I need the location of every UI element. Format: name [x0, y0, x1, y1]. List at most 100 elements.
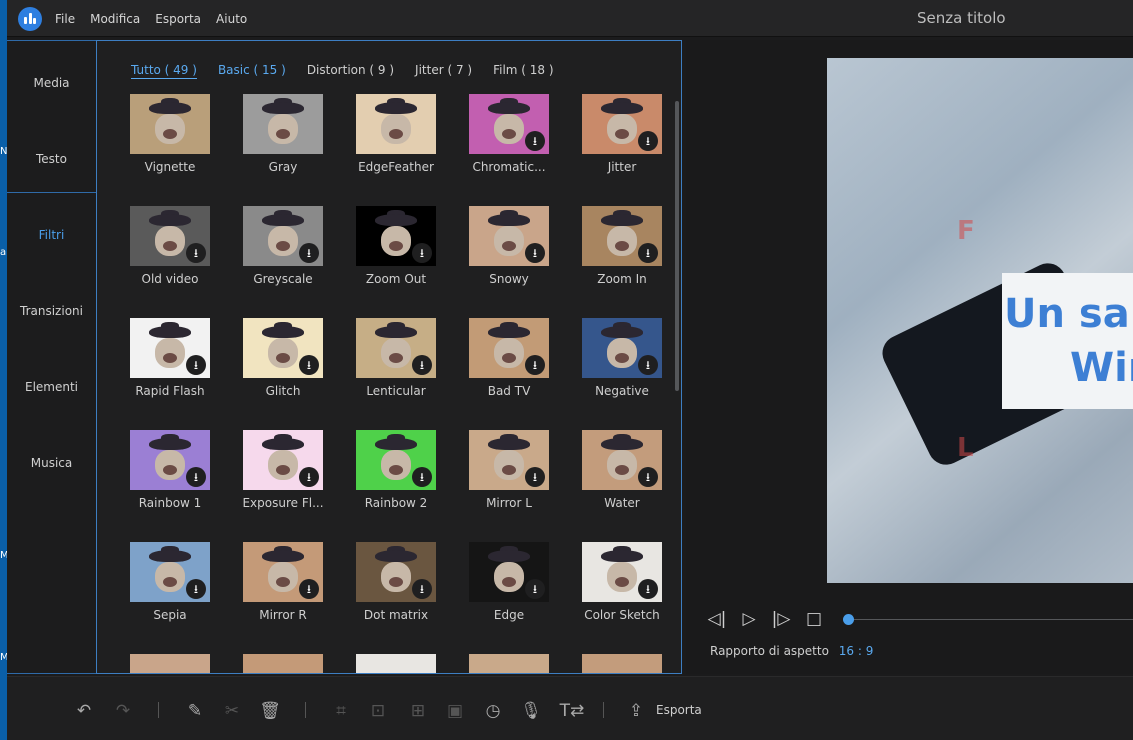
- tab-all[interactable]: Tutto ( 49 ): [131, 63, 197, 79]
- menu-file[interactable]: File: [55, 12, 75, 26]
- download-icon[interactable]: ⭳: [412, 355, 432, 375]
- filter-thumbnail[interactable]: ⭳: [243, 206, 323, 266]
- play-icon[interactable]: ▷: [738, 608, 760, 630]
- filter-thumbnail[interactable]: ⭳: [469, 206, 549, 266]
- export-icon[interactable]: ⇪: [625, 700, 647, 722]
- filter-thumbnail[interactable]: ⭳: [582, 430, 662, 490]
- sidebar-item-elementi[interactable]: Elementi: [7, 349, 96, 425]
- tab-jitter[interactable]: Jitter ( 7 ): [415, 63, 472, 79]
- filter-label: Bad TV: [487, 384, 531, 398]
- undo-icon[interactable]: ↶: [73, 700, 95, 722]
- download-icon[interactable]: ⭳: [299, 467, 319, 487]
- toolbar-divider: [158, 702, 159, 718]
- download-icon[interactable]: ⭳: [412, 467, 432, 487]
- download-icon[interactable]: ⭳: [525, 579, 545, 599]
- filter-thumbnail[interactable]: ⭳: [130, 542, 210, 602]
- download-icon[interactable]: ⭳: [525, 131, 545, 151]
- menu-help[interactable]: Aiuto: [216, 12, 247, 26]
- download-icon[interactable]: ⭳: [638, 355, 658, 375]
- filter-thumbnail[interactable]: ⭳: [356, 206, 436, 266]
- download-icon[interactable]: ⭳: [525, 243, 545, 263]
- resize-icon[interactable]: ⊡: [367, 700, 389, 722]
- tab-basic[interactable]: Basic ( 15 ): [218, 63, 286, 79]
- filter-thumbnail[interactable]: ⭳: [582, 206, 662, 266]
- download-icon[interactable]: ⭳: [638, 467, 658, 487]
- filter-thumbnail-partial[interactable]: [243, 654, 323, 673]
- download-icon[interactable]: ⭳: [638, 131, 658, 151]
- download-icon[interactable]: ⭳: [186, 579, 206, 599]
- previous-frame-icon[interactable]: ◁|: [706, 608, 728, 630]
- text-to-speech-icon[interactable]: T⇄: [557, 700, 587, 722]
- menu-edit[interactable]: Modifica: [90, 12, 140, 26]
- filter-label: Rainbow 2: [364, 496, 428, 510]
- filter-thumbnail[interactable]: ⭳: [130, 318, 210, 378]
- download-icon[interactable]: ⭳: [638, 579, 658, 599]
- download-icon[interactable]: ⭳: [525, 355, 545, 375]
- filter-thumbnail[interactable]: ⭳: [469, 94, 549, 154]
- sidebar-item-musica[interactable]: Musica: [7, 425, 96, 501]
- filter-thumbnail-partial[interactable]: [582, 654, 662, 673]
- download-icon[interactable]: ⭳: [186, 467, 206, 487]
- redo-icon[interactable]: ↷: [112, 700, 134, 722]
- tab-film[interactable]: Film ( 18 ): [493, 63, 553, 79]
- download-icon[interactable]: ⭳: [186, 355, 206, 375]
- scissors-icon[interactable]: ✂: [221, 700, 243, 722]
- crop-icon[interactable]: ⌗: [330, 700, 352, 722]
- stop-icon[interactable]: □: [803, 608, 825, 630]
- filter-thumbnail[interactable]: ⭳: [243, 430, 323, 490]
- aspect-ratio-value[interactable]: 16 : 9: [839, 644, 874, 658]
- sidebar-item-transizioni[interactable]: Transizioni: [7, 273, 96, 349]
- filter-thumbnail-partial[interactable]: [469, 654, 549, 673]
- filter-thumbnail[interactable]: ⭳: [243, 318, 323, 378]
- download-icon[interactable]: ⭳: [299, 243, 319, 263]
- download-icon[interactable]: ⭳: [412, 243, 432, 263]
- filter-thumbnail[interactable]: ⭳: [356, 542, 436, 602]
- filter-thumbnail[interactable]: ⭳: [582, 542, 662, 602]
- filter-thumbnail[interactable]: ⭳: [469, 318, 549, 378]
- preview-text-overlay[interactable]: Un sal Wir: [1002, 273, 1133, 409]
- filter-thumbnail[interactable]: [356, 94, 436, 154]
- filter-thumbnail[interactable]: ⭳: [582, 318, 662, 378]
- filter-thumbnail[interactable]: ⭳: [582, 94, 662, 154]
- tab-distortion[interactable]: Distortion ( 9 ): [307, 63, 394, 79]
- filter-thumbnail[interactable]: ⭳: [469, 542, 549, 602]
- filter-thumbnail[interactable]: ⭳: [130, 206, 210, 266]
- filter-thumbnail[interactable]: ⭳: [243, 542, 323, 602]
- pencil-icon[interactable]: ✎: [184, 700, 206, 722]
- sidebar-item-filtri[interactable]: Filtri: [7, 197, 96, 273]
- filter-label: Gray: [268, 160, 298, 174]
- filter-thumbnail[interactable]: ⭳: [469, 430, 549, 490]
- playback-slider-knob[interactable]: [843, 614, 854, 625]
- clock-icon[interactable]: ◷: [482, 700, 504, 722]
- filter-grid-scrollbar[interactable]: [675, 101, 679, 391]
- filter-thumbnail[interactable]: ⭳: [130, 430, 210, 490]
- filter-thumbnail[interactable]: ⭳: [356, 430, 436, 490]
- mosaic-icon[interactable]: ⊞: [407, 700, 429, 722]
- download-icon[interactable]: ⭳: [299, 355, 319, 375]
- sidebar-item-media[interactable]: Media: [7, 45, 96, 121]
- preview-overlay-line1: Un sal: [1004, 291, 1133, 337]
- trash-icon[interactable]: 🗑: [259, 700, 281, 722]
- freeze-frame-icon[interactable]: ▣: [444, 700, 466, 722]
- bulldog-image: [601, 546, 643, 598]
- filter-thumbnail[interactable]: [243, 94, 323, 154]
- app-logo-icon[interactable]: [18, 7, 42, 31]
- filter-label: Rainbow 1: [138, 496, 202, 510]
- download-icon[interactable]: ⭳: [638, 243, 658, 263]
- download-icon[interactable]: ⭳: [299, 579, 319, 599]
- microphone-icon[interactable]: 🎙: [520, 700, 542, 722]
- menu-export[interactable]: Esporta: [155, 12, 201, 26]
- filter-thumbnail-partial[interactable]: [356, 654, 436, 673]
- playback-track[interactable]: [848, 619, 1133, 620]
- bulldog-image: [262, 322, 304, 374]
- sidebar-item-testo[interactable]: Testo: [7, 121, 96, 197]
- filter-thumbnail[interactable]: [130, 94, 210, 154]
- menu-bar: File Modifica Esporta Aiuto: [55, 0, 247, 37]
- download-icon[interactable]: ⭳: [412, 579, 432, 599]
- filter-thumbnail[interactable]: ⭳: [356, 318, 436, 378]
- export-button[interactable]: Esporta: [656, 703, 702, 717]
- next-frame-icon[interactable]: |▷: [770, 608, 792, 630]
- download-icon[interactable]: ⭳: [525, 467, 545, 487]
- filter-thumbnail-partial[interactable]: [130, 654, 210, 673]
- download-icon[interactable]: ⭳: [186, 243, 206, 263]
